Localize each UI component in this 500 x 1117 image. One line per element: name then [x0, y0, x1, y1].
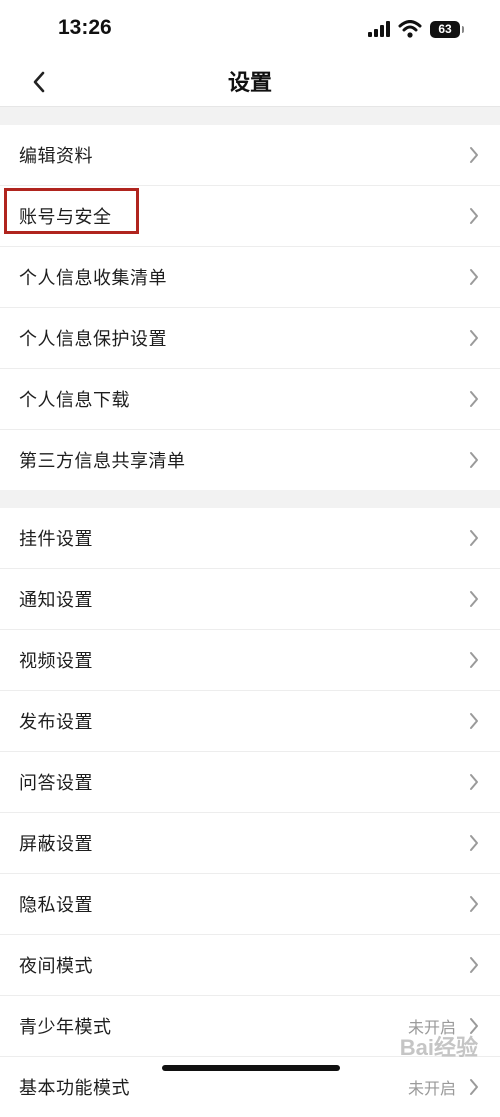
settings-row-label: 挂件设置 — [19, 529, 93, 550]
wifi-icon — [398, 20, 422, 38]
chevron-right-icon — [470, 652, 478, 668]
settings-row-label: 青少年模式 — [19, 1017, 112, 1038]
status-bar: 13:26 63 — [0, 0, 500, 58]
chevron-right-icon — [470, 1079, 478, 1095]
settings-row[interactable]: 账号与安全 — [0, 186, 500, 247]
settings-row[interactable]: 挂件设置 — [0, 508, 500, 569]
chevron-right-icon — [470, 835, 478, 851]
battery-icon: 63 — [430, 20, 464, 38]
settings-row-label: 编辑资料 — [19, 146, 93, 167]
settings-row[interactable]: 个人信息下载 — [0, 369, 500, 430]
settings-row-label: 个人信息收集清单 — [19, 268, 167, 289]
settings-row[interactable]: 个人信息保护设置 — [0, 308, 500, 369]
chevron-right-icon — [470, 208, 478, 224]
chevron-right-icon — [470, 591, 478, 607]
chevron-right-icon — [470, 530, 478, 546]
chevron-right-icon — [470, 391, 478, 407]
watermark: Bai经验 — [399, 1035, 478, 1060]
battery-level: 63 — [438, 22, 452, 36]
settings-row[interactable]: 通知设置 — [0, 569, 500, 630]
settings-row-label: 夜间模式 — [19, 956, 93, 977]
settings-row[interactable]: 问答设置 — [0, 752, 500, 813]
settings-row-label: 第三方信息共享清单 — [19, 451, 186, 472]
settings-row-label: 基本功能模式 — [19, 1078, 130, 1099]
settings-row-label: 发布设置 — [19, 712, 93, 733]
settings-row[interactable]: 发布设置 — [0, 691, 500, 752]
page-title: 设置 — [227, 71, 272, 96]
settings-row-label: 视频设置 — [19, 651, 93, 672]
chevron-right-icon — [470, 774, 478, 790]
settings-row-label: 问答设置 — [19, 773, 93, 794]
settings-row[interactable]: 屏蔽设置 — [0, 813, 500, 874]
settings-row-label: 个人信息保护设置 — [19, 329, 167, 350]
settings-row[interactable]: 夜间模式 — [0, 935, 500, 996]
chevron-right-icon — [470, 713, 478, 729]
settings-row[interactable]: 第三方信息共享清单 — [0, 430, 500, 490]
status-time: 13:26 — [58, 16, 112, 39]
settings-row[interactable]: 视频设置 — [0, 630, 500, 691]
signal-icon — [368, 21, 390, 37]
chevron-right-icon — [470, 896, 478, 912]
settings-row-label: 屏蔽设置 — [19, 834, 93, 855]
settings-row[interactable]: 编辑资料 — [0, 125, 500, 186]
home-indicator — [162, 1065, 340, 1071]
chevron-right-icon — [470, 957, 478, 973]
chevron-right-icon — [470, 269, 478, 285]
settings-row-value: 未开启 — [407, 1079, 456, 1098]
settings-group-account: 编辑资料账号与安全个人信息收集清单 个人信息保护设置 个人信息下载第三方信息共享清单 — [0, 125, 500, 490]
settings-row-label: 通知设置 — [19, 590, 93, 611]
settings-row-label: 个人信息下载 — [19, 390, 130, 411]
chevron-right-icon — [470, 330, 478, 346]
chevron-right-icon — [470, 147, 478, 163]
status-icons: 63 — [368, 18, 464, 40]
chevron-right-icon — [470, 452, 478, 468]
settings-row[interactable]: 个人信息收集清单 — [0, 247, 500, 308]
settings-row[interactable]: 隐私设置 — [0, 874, 500, 935]
settings-group-preferences: 挂件设置通知设置视频设置发布设置问答设置屏蔽设置隐私设置夜间模式青少年模式未开启… — [0, 508, 500, 1117]
nav-bar: 设置 — [0, 58, 500, 107]
settings-row-label: 隐私设置 — [19, 895, 93, 916]
settings-row-label: 账号与安全 — [19, 207, 112, 228]
